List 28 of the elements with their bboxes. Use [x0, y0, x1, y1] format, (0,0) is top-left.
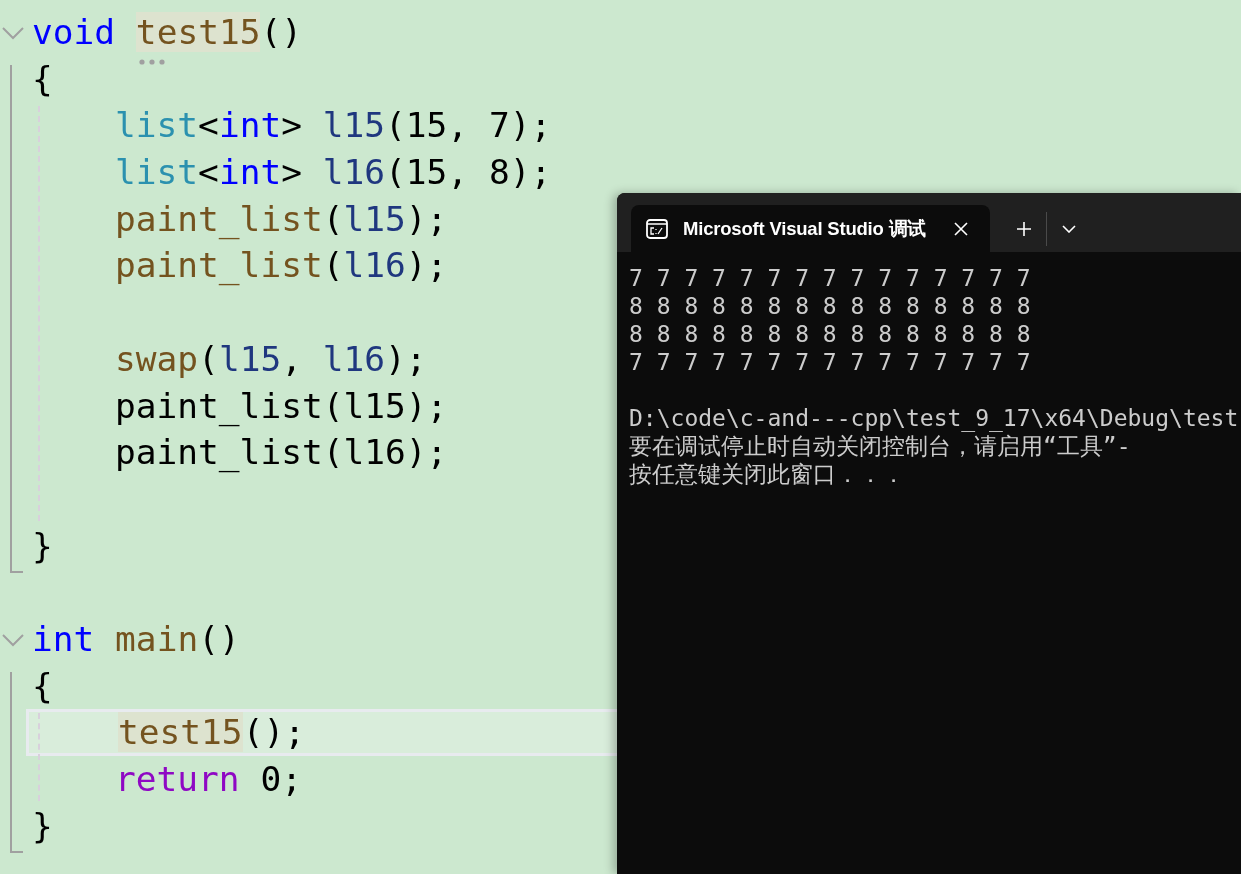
- console-output-line: 7 7 7 7 7 7 7 7 7 7 7 7 7 7 7: [629, 264, 1032, 292]
- plus-icon: [1016, 220, 1032, 237]
- code-line: {: [32, 664, 53, 708]
- code-line: {: [32, 57, 53, 101]
- console-output-line: 要在调试停止时自动关闭控制台，请启用“工具”-: [629, 432, 1132, 460]
- tab-title: Microsoft Visual Studio 调试: [683, 217, 928, 241]
- code-line: paint_list(l15);: [115, 384, 448, 429]
- code-line: return 0;: [115, 758, 302, 801]
- console-output-line: 8 8 8 8 8 8 8 8 8 8 8 8 8 8 8: [629, 292, 1032, 320]
- chevron-down-icon: [1062, 224, 1076, 233]
- code-line: list<int> l15(15, 7);: [115, 104, 552, 148]
- console-output-line: D:\code\c-and---cpp\test_9_17\x64\Debug\test: [629, 404, 1240, 432]
- console-output-line: 按任意键关闭此窗口．．．: [629, 460, 906, 488]
- code-line: list<int> l16(15, 8);: [115, 151, 552, 195]
- code-line: int main(): [32, 617, 240, 661]
- console-output-line: 7 7 7 7 7 7 7 7 7 7 7 7 7 7 7: [629, 348, 1032, 376]
- code-line: paint_list(l16);: [115, 244, 448, 288]
- terminal-icon: [646, 218, 668, 239]
- suggestion-dots-icon[interactable]: [137, 58, 168, 66]
- console-output-line: 8 8 8 8 8 8 8 8 8 8 8 8 8 8 8: [629, 320, 1032, 348]
- code-line: }: [32, 524, 53, 568]
- close-icon[interactable]: [954, 221, 968, 236]
- code-line: }: [32, 804, 53, 848]
- code-line: swap(l15, l16);: [115, 337, 427, 381]
- code-line: paint_list(l15);: [115, 197, 448, 242]
- code-line: void test15(): [32, 9, 303, 56]
- terminal-tab[interactable]: Microsoft Visual Studio 调试: [631, 205, 990, 252]
- code-line: paint_list(l16);: [115, 431, 448, 475]
